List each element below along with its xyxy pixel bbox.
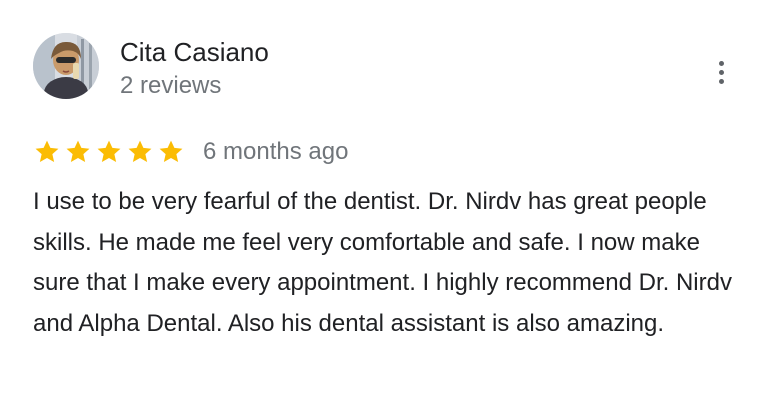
star-icon: [35, 140, 59, 163]
profile-photo: [33, 33, 99, 99]
star-icon: [97, 140, 121, 163]
rating-row: 6 months ago: [33, 136, 348, 168]
review-date: 6 months ago: [203, 138, 349, 165]
more-vert-icon-dot: [718, 69, 724, 75]
more-vert-icon: [718, 60, 724, 66]
star-rating: [33, 138, 185, 166]
star-icon: [159, 140, 183, 163]
star-icon: [66, 140, 90, 163]
review-card: Cita Casiano 2 reviews 6 months ago I us…: [0, 0, 778, 412]
author-name[interactable]: Cita Casiano: [120, 36, 269, 68]
more-options-button[interactable]: [706, 54, 736, 90]
more-vert-icon-dot: [718, 78, 724, 84]
star-icon: [128, 140, 152, 163]
review-count[interactable]: 2 reviews: [120, 70, 221, 102]
review-text: I use to be very fearful of the dentist.…: [33, 188, 732, 337]
avatar[interactable]: [33, 33, 99, 99]
